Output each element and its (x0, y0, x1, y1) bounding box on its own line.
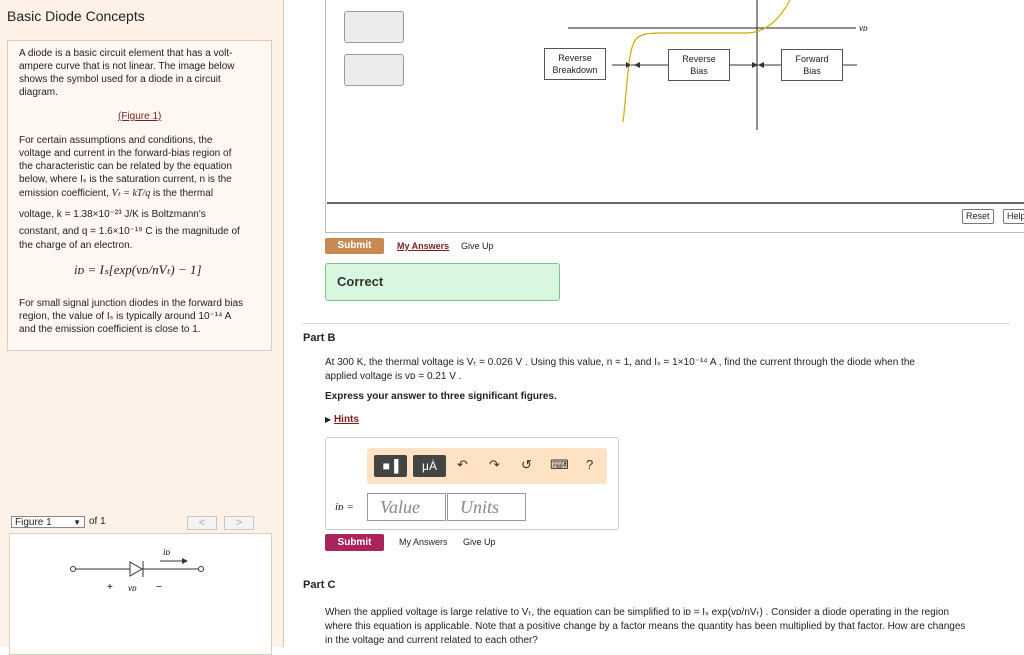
left-panel: Basic Diode Concepts A diode is a basic … (0, 0, 284, 655)
charge-line: constant, and q = 1.6×10⁻¹⁹ C is the mag… (19, 226, 240, 237)
graph-workspace: vᴅ Reverse Breakdown Reverse Bias Forward B… (325, 0, 1024, 233)
partc-question: When the applied voltage is large relati… (325, 607, 966, 646)
figure-select[interactable]: Figure 1 ▼ (11, 516, 85, 528)
intro-paragraph: A diode is a basic circuit element that … (19, 48, 235, 98)
keyboard-icon[interactable]: ⌨ (550, 457, 569, 473)
diode-symbol-figure: iᴅ + vᴅ − (70, 547, 204, 593)
figure-voltage-label: vᴅ (128, 583, 137, 593)
label-forward-bias[interactable]: Forward Bias (781, 49, 843, 81)
chevron-down-icon: ▼ (73, 518, 81, 527)
electron-line: the charge of an electron. (19, 240, 133, 251)
answer-label: iᴅ = (335, 501, 354, 513)
units-button[interactable]: μȦ (413, 455, 446, 477)
units-input[interactable]: Units (447, 493, 526, 521)
vt-definition: Vₜ = kT/q (111, 188, 151, 199)
page-title: Basic Diode Concepts (7, 8, 145, 24)
figure-panel: iᴅ + vᴅ − (9, 533, 272, 655)
hints-link[interactable]: Hints (334, 414, 359, 425)
help-icon[interactable]: ? (586, 457, 593, 472)
partb-submit-button[interactable]: Submit (325, 534, 384, 551)
undo-icon[interactable]: ↶ (457, 457, 468, 473)
figure-plus-label: + (107, 582, 113, 593)
divider (303, 323, 1010, 324)
help-button[interactable]: Help (1003, 209, 1024, 224)
partc-heading: Part C (303, 579, 336, 591)
math-toolbar: ■▐ μȦ ↶ ↷ ↺ ⌨ ? (367, 448, 607, 484)
caret-right-icon: ▶ (325, 415, 332, 424)
reset-button[interactable]: Reset (962, 209, 994, 224)
partb-heading: Part B (303, 332, 336, 344)
figure-current-label: iᴅ (163, 547, 171, 557)
correct-feedback: Correct (325, 263, 560, 301)
partb-instruction: Express your answer to three significant… (325, 391, 557, 402)
parta-submit-button[interactable]: Submit (325, 238, 384, 254)
iv-curve-graph: vᴅ (327, 0, 1024, 204)
figure-count: of 1 (89, 516, 106, 527)
parta-my-answers-link[interactable]: My Answers (397, 241, 449, 251)
label-reverse-breakdown[interactable]: Reverse Breakdown (544, 48, 606, 80)
assumptions-paragraph: For certain assumptions and conditions, … (19, 135, 232, 185)
partb-give-up-link[interactable]: Give Up (463, 537, 496, 547)
boltzmann-line: voltage, k = 1.38×10⁻²³ J/K is Boltzmann… (19, 209, 206, 220)
diode-equation: iᴅ = Iₛ[exp(vᴅ/nVₜ) − 1] (74, 262, 202, 277)
next-figure-button[interactable]: > (224, 516, 254, 530)
figure-navigation: Figure 1 ▼ of 1 < > (11, 515, 254, 531)
redo-icon[interactable]: ↷ (489, 457, 500, 473)
templates-button[interactable]: ■▐ (374, 455, 407, 477)
value-input[interactable]: Value (367, 493, 446, 521)
emission-line: emission coefficient, Vₜ = kT/q is the t… (19, 188, 214, 199)
hints-toggle[interactable]: ▶ Hints (325, 413, 359, 427)
parta-give-up-link[interactable]: Give Up (461, 241, 494, 251)
label-reverse-bias[interactable]: Reverse Bias (668, 49, 730, 81)
figure-link[interactable]: (Figure 1) (118, 110, 161, 123)
figure-minus-label: − (156, 582, 162, 593)
partb-my-answers-link[interactable]: My Answers (399, 537, 448, 547)
prev-figure-button[interactable]: < (187, 516, 217, 530)
reset-icon[interactable]: ↺ (521, 457, 532, 473)
intro-box: A diode is a basic circuit element that … (7, 40, 272, 351)
voltage-axis-label: vᴅ (859, 23, 868, 33)
small-signal-paragraph: For small signal junction diodes in the … (19, 298, 243, 335)
partb-question: At 300 K, the thermal voltage is Vₜ = 0.… (325, 357, 915, 382)
